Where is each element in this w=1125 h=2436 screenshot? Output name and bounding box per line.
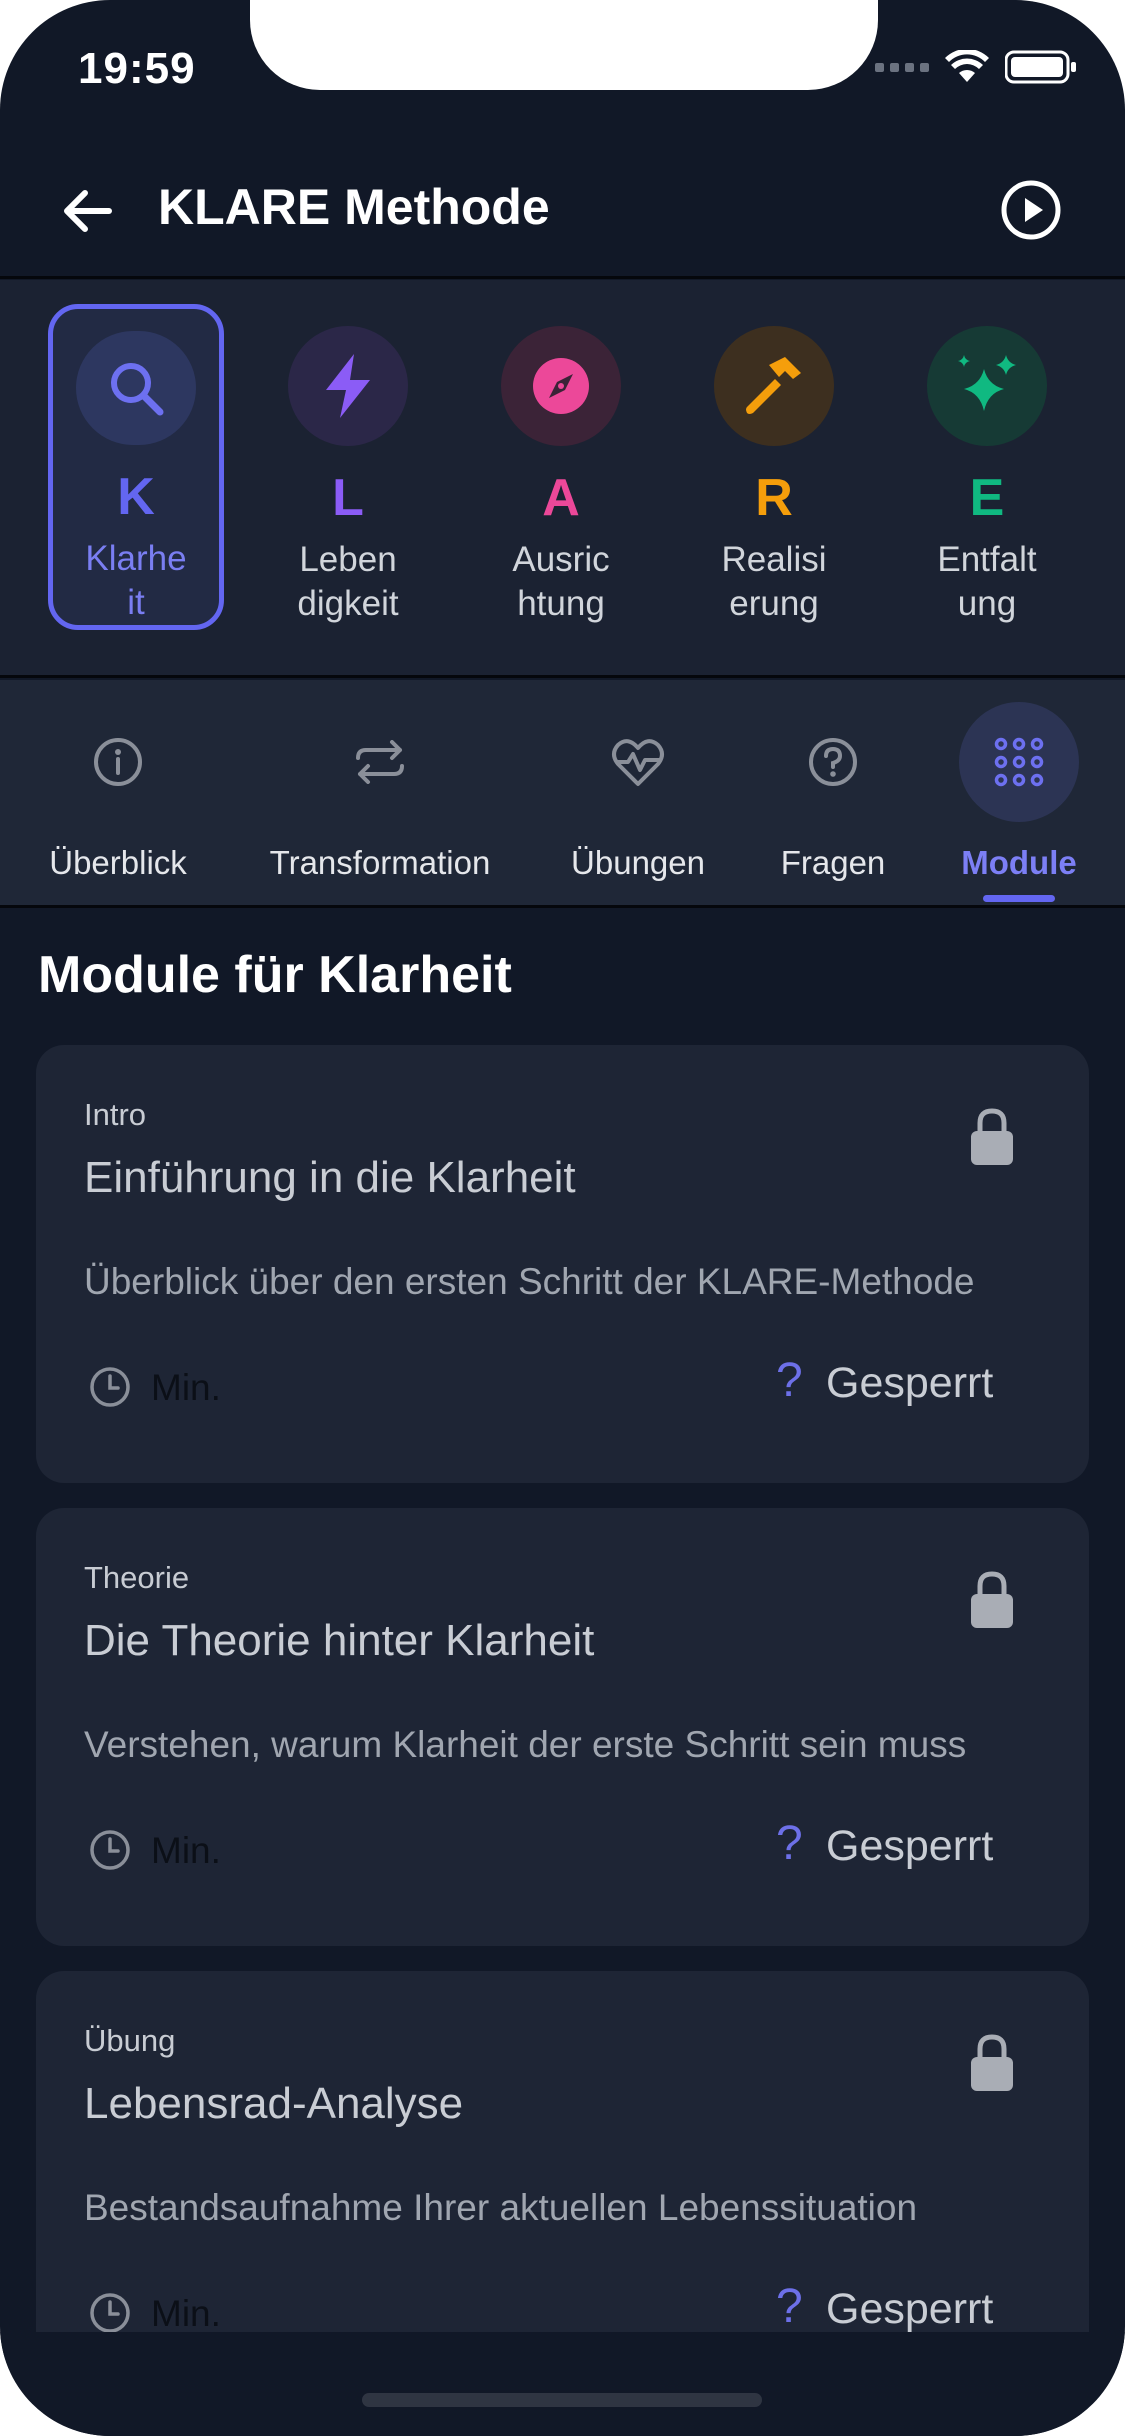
compass-icon (501, 326, 621, 446)
step-label-line: Leben (299, 540, 397, 579)
page-title: KLARE Methode (158, 179, 550, 235)
arrow-left-icon (64, 190, 112, 232)
module-duration: Min. (151, 1367, 221, 1408)
clock-icon (88, 1828, 132, 1877)
back-button[interactable] (52, 176, 122, 246)
step-label: Ausric htung (481, 538, 641, 626)
lock-icon (969, 1570, 1015, 1635)
step-label: Klarhe it (56, 537, 216, 625)
module-title: Lebensrad-Analyse (84, 2079, 464, 2128)
step-label-line: Realisi (721, 540, 827, 579)
step-letter: K (117, 468, 155, 526)
step-letter: A (542, 469, 580, 527)
tab-module[interactable]: Module (959, 702, 1079, 882)
module-tag: Übung (84, 2023, 176, 2058)
status-time: 19:59 (78, 44, 196, 93)
section-tabs: Überblick Transformation Übungen Fragen (0, 680, 1125, 905)
app-header: KLARE Methode (0, 150, 1125, 278)
klare-step-selector: K Klarhe it L Leben digkeit A Ausric htu… (0, 280, 1125, 675)
module-tag: Theorie (84, 1560, 190, 1595)
module-status: Gesperrt (826, 1359, 994, 1407)
step-label-line: digkeit (297, 584, 399, 623)
sparkles-icon (927, 326, 1047, 446)
section-title: Module für Klarheit (38, 946, 512, 1004)
question-mark-icon: ? (776, 1817, 803, 1870)
hammer-icon (714, 326, 834, 446)
step-letter: E (969, 469, 1005, 527)
module-tag: Intro (84, 1097, 147, 1132)
tab-fragen[interactable]: Fragen (773, 702, 893, 882)
step-letter: R (755, 469, 793, 527)
module-description: Bestandsaufnahme Ihrer aktuellen Lebenss… (84, 2187, 918, 2228)
step-k[interactable]: K Klarhe it (48, 304, 224, 630)
tab-ueberblick[interactable]: Überblick (49, 702, 187, 882)
clock-icon (88, 1365, 132, 1414)
tab-label: Module (961, 844, 1077, 881)
step-a[interactable]: A Ausric htung (473, 304, 649, 630)
step-label-line: erung (729, 584, 819, 623)
module-duration: Min. (151, 2293, 221, 2334)
step-e[interactable]: E Entfalt ung (899, 304, 1075, 630)
step-label: Leben digkeit (268, 538, 428, 626)
step-label-line: Entfalt (937, 540, 1037, 579)
module-title: Die Theorie hinter Klarheit (84, 1616, 595, 1665)
tab-transformation[interactable]: Transformation (270, 702, 490, 882)
app-screen: 19:59 KLARE Methode K Klarhe it L Leben … (0, 0, 1125, 2436)
step-label: Entfalt ung (907, 538, 1067, 626)
question-mark-icon: ? (776, 1354, 803, 1407)
wifi-icon (945, 50, 989, 82)
step-label: Realisi erung (694, 538, 854, 626)
question-icon (773, 702, 893, 822)
tab-label: Überblick (49, 844, 187, 881)
step-l[interactable]: L Leben digkeit (260, 304, 436, 630)
module-title: Einführung in die Klarheit (84, 1153, 576, 1202)
question-mark-icon: ? (776, 2280, 803, 2333)
module-status: Gesperrt (826, 2285, 994, 2333)
step-label-line: ung (957, 584, 1017, 623)
module-description: Verstehen, warum Klarheit der erste Schr… (84, 1724, 967, 1765)
play-button[interactable] (991, 170, 1071, 250)
tab-label: Übungen (571, 844, 705, 881)
header-divider (0, 276, 1125, 279)
step-label-line: Klarhe (85, 539, 187, 578)
lightning-icon (288, 326, 408, 446)
module-card[interactable]: Intro Einführung in die Klarheit Überbli… (36, 1045, 1089, 1483)
battery-icon (1005, 50, 1076, 84)
grid-icon (959, 702, 1079, 822)
step-letter: L (332, 469, 364, 527)
steps-divider (0, 675, 1125, 678)
step-label-line: it (127, 583, 145, 622)
search-icon (76, 331, 196, 445)
play-circle-icon (1001, 180, 1061, 240)
status-icons (875, 50, 1077, 84)
tab-label: Fragen (780, 844, 886, 881)
info-icon (58, 702, 178, 822)
tab-uebungen[interactable]: Übungen (571, 702, 705, 882)
module-status: Gesperrt (826, 1822, 994, 1870)
device-notch (250, 0, 878, 90)
step-label-line: htung (517, 584, 605, 623)
active-tab-indicator (983, 895, 1055, 902)
heart-pulse-icon (578, 702, 698, 822)
lock-icon (969, 2033, 1015, 2098)
module-description: Überblick über den ersten Schritt der KL… (84, 1261, 975, 1302)
tab-label: Transformation (269, 844, 491, 881)
lock-icon (969, 1107, 1015, 1172)
module-duration: Min. (151, 1830, 221, 1871)
bottom-safe-area (0, 2332, 1125, 2436)
home-indicator[interactable] (362, 2393, 762, 2407)
cellular-signal-icon (875, 62, 929, 72)
module-card[interactable]: Theorie Die Theorie hinter Klarheit Vers… (36, 1508, 1089, 1946)
repeat-icon (320, 702, 440, 822)
step-label-line: Ausric (512, 540, 610, 579)
tabs-divider (0, 905, 1125, 908)
step-r[interactable]: R Realisi erung (686, 304, 862, 630)
